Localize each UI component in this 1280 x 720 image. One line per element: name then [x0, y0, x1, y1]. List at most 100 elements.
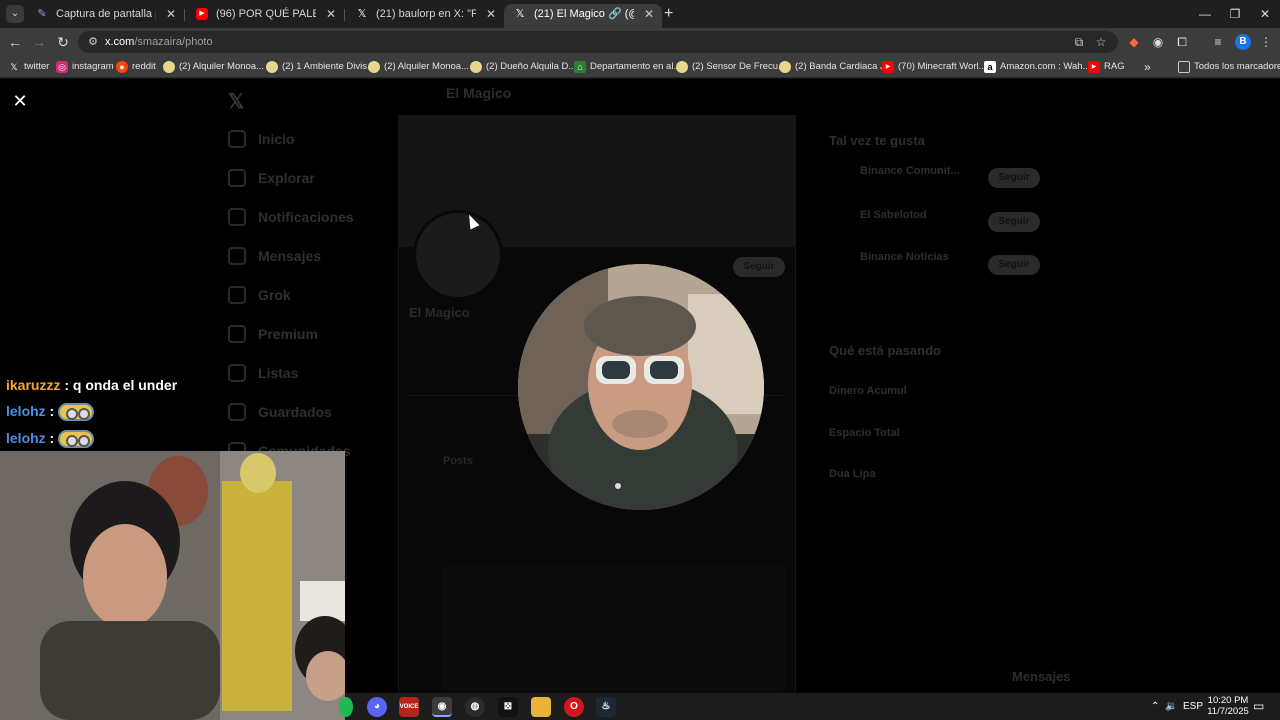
youtube-icon: ▶ — [1088, 61, 1100, 73]
address-bar[interactable]: ⚙ x.com/smazaira/photo ⧉ ☆ — [78, 31, 1118, 53]
tab-x-baulorp[interactable]: 𝕏 (21) baulorp en X: "FELIZ 4 DE J ✕ — [346, 4, 504, 28]
bookmark-item[interactable]: ◎ instagram — [56, 56, 114, 78]
close-icon[interactable]: ✕ — [486, 4, 496, 24]
trend-item[interactable]: Dua Lipa — [829, 468, 875, 480]
x-logo-icon: 𝕏 — [228, 91, 245, 113]
x-logo-icon: 𝕏 — [10, 62, 18, 72]
close-icon[interactable]: ✕ — [326, 4, 336, 24]
x-logo-icon — [228, 325, 246, 343]
back-button[interactable]: ← — [5, 32, 25, 52]
close-window-button[interactable]: ✕ — [1250, 4, 1280, 24]
bookmark-item[interactable]: ▶ (70) Minecraft Worl... — [882, 56, 987, 78]
home-icon — [228, 130, 246, 148]
bookmark-item[interactable]: (2) 1 Ambiente Divis... — [266, 56, 375, 78]
bookmark-item[interactable]: (2) Alquiler Monoa... — [163, 56, 264, 78]
follow-button[interactable]: Seguir — [988, 168, 1040, 188]
chat-message: ikaruzzz : q onda el under — [6, 377, 178, 393]
extension-icon[interactable]: ◉ — [1150, 34, 1166, 50]
opera-icon[interactable]: O — [564, 697, 584, 717]
profile-name: El Magico — [409, 305, 470, 320]
tab-lightshot[interactable]: ✎ Captura de pantalla por Lightsh ✕ — [26, 4, 184, 28]
system-clock[interactable]: 10:20 PM 11/7/2025 — [1203, 695, 1253, 717]
install-app-icon[interactable]: ⧉ — [1071, 34, 1087, 50]
voicemeeter-icon[interactable]: VOICE — [399, 697, 419, 717]
youtube-icon: ▶ — [882, 61, 894, 73]
notifications-icon[interactable]: ▭ — [1253, 693, 1264, 720]
follow-button[interactable]: Seguir — [988, 255, 1040, 275]
nav-premium[interactable]: Premium — [228, 322, 318, 346]
steam-icon[interactable]: ♨ — [596, 697, 616, 717]
bookmark-item[interactable]: ● reddit — [116, 56, 156, 78]
spotify-icon[interactable] — [339, 697, 353, 717]
obs-icon[interactable]: ◍ — [465, 697, 485, 717]
nav-messages[interactable]: Mensajes — [228, 244, 321, 268]
reload-button[interactable]: ↻ — [53, 32, 73, 52]
tab-title: (21) baulorp en X: "FELIZ 4 DE J — [376, 8, 476, 20]
restore-button[interactable]: ❐ — [1220, 4, 1250, 24]
nav-notifications[interactable]: Notificaciones — [228, 205, 354, 229]
all-bookmarks-folder[interactable]: Todos los marcadores — [1178, 56, 1280, 78]
close-icon[interactable]: ✕ — [166, 4, 176, 24]
minion-emote-icon — [58, 430, 95, 449]
tab-search-icon[interactable]: ⌄ — [6, 5, 24, 23]
language-indicator[interactable]: ESP — [1183, 693, 1203, 720]
grok-icon — [228, 286, 246, 304]
bookmarks-overflow-button[interactable]: » — [1144, 56, 1151, 78]
extensions-puzzle-icon[interactable]: ⧠ — [1174, 34, 1190, 50]
site-info-icon[interactable]: ⚙ — [86, 35, 100, 49]
bookmark-item[interactable]: (2) Sensor De Frecu... — [676, 56, 786, 78]
tab-youtube[interactable]: ▶ (96) POR QUÉ PALERMO ES TAN ✕ — [186, 4, 344, 28]
extension-fox-icon[interactable]: ◆ — [1126, 34, 1142, 50]
post-media[interactable] — [441, 563, 787, 693]
capcut-icon[interactable]: ⊠ — [498, 697, 518, 717]
nav-home[interactable]: Inicio — [228, 127, 295, 151]
webcam-image — [0, 451, 345, 720]
bookmark-item[interactable]: (2) Alquiler Monoa... — [368, 56, 469, 78]
trend-item[interactable]: Espacio Total — [829, 427, 900, 439]
folder-icon[interactable] — [531, 697, 551, 717]
taskbar: ◕ VOICE ◉ ◍ ⊠ O ♨ ⌃ 🔉 ESP 10:20 PM 11/7/… — [339, 693, 1280, 720]
nav-grok[interactable]: Grok — [228, 283, 291, 307]
bookmark-item[interactable]: (2) Dueño Alquila D... — [470, 56, 576, 78]
tab-x-elmagico[interactable]: 𝕏 (21) El Magico 🔗 (@smazaira) ✕ — [504, 4, 662, 28]
trend-item[interactable]: Dinero Acumul — [829, 385, 907, 397]
suggest-title: Tal vez te gusta — [829, 133, 925, 148]
minion-emote-icon — [58, 403, 95, 422]
marketplace-icon — [163, 61, 175, 73]
list-icon — [228, 364, 246, 382]
minimize-button[interactable]: — — [1190, 4, 1220, 24]
nav-bookmarks[interactable]: Guardados — [228, 400, 332, 424]
avatar[interactable]: B — [1235, 34, 1251, 50]
close-icon[interactable]: ✕ — [10, 91, 30, 111]
follow-button[interactable]: Seguir — [988, 212, 1040, 232]
bookmark-item[interactable]: (2) Banda Cardiaca J... — [779, 56, 893, 78]
marketplace-icon — [779, 61, 791, 73]
url-text[interactable]: x.com/smazaira/photo — [105, 31, 213, 53]
bookmark-item[interactable]: a Amazon.com : Wah... — [984, 56, 1090, 78]
profile-photo-image — [518, 264, 764, 510]
bookmark-item[interactable]: 𝕏twitter — [8, 56, 49, 78]
tab-posts[interactable]: Posts — [443, 455, 473, 467]
volume-icon[interactable]: 🔉 — [1165, 693, 1177, 720]
avatar[interactable] — [413, 210, 503, 300]
bookmark-item[interactable]: ⌂ Departamento en al... — [574, 56, 681, 78]
star-bookmark-icon[interactable]: ☆ — [1093, 34, 1109, 50]
nav-explore[interactable]: Explorar — [228, 166, 315, 190]
media-control-icon[interactable]: ≡ — [1210, 34, 1226, 50]
profile-photo-enlarged — [518, 264, 764, 510]
youtube-icon: ▶ — [196, 8, 208, 20]
messages-drawer[interactable]: Mensajes — [1012, 669, 1071, 684]
bookmark-item[interactable]: ▶ RAG — [1088, 56, 1125, 78]
menu-kebab-icon[interactable]: ⋮ — [1258, 34, 1274, 50]
new-tab-button[interactable]: + — [664, 4, 678, 24]
tab-title: (96) POR QUÉ PALERMO ES TAN — [216, 8, 316, 20]
suggestion-name: Binance Comunit... — [860, 165, 960, 177]
chat-message: lelohz : — [6, 430, 95, 449]
discord-icon[interactable]: ◕ — [367, 697, 387, 717]
nav-lists[interactable]: Listas — [228, 361, 298, 385]
follow-button[interactable]: Seguir — [733, 257, 785, 277]
chrome-icon[interactable]: ◉ — [432, 697, 452, 717]
close-icon[interactable]: ✕ — [644, 4, 654, 24]
chevron-up-icon[interactable]: ⌃ — [1151, 693, 1159, 720]
forward-button[interactable]: → — [29, 32, 49, 52]
